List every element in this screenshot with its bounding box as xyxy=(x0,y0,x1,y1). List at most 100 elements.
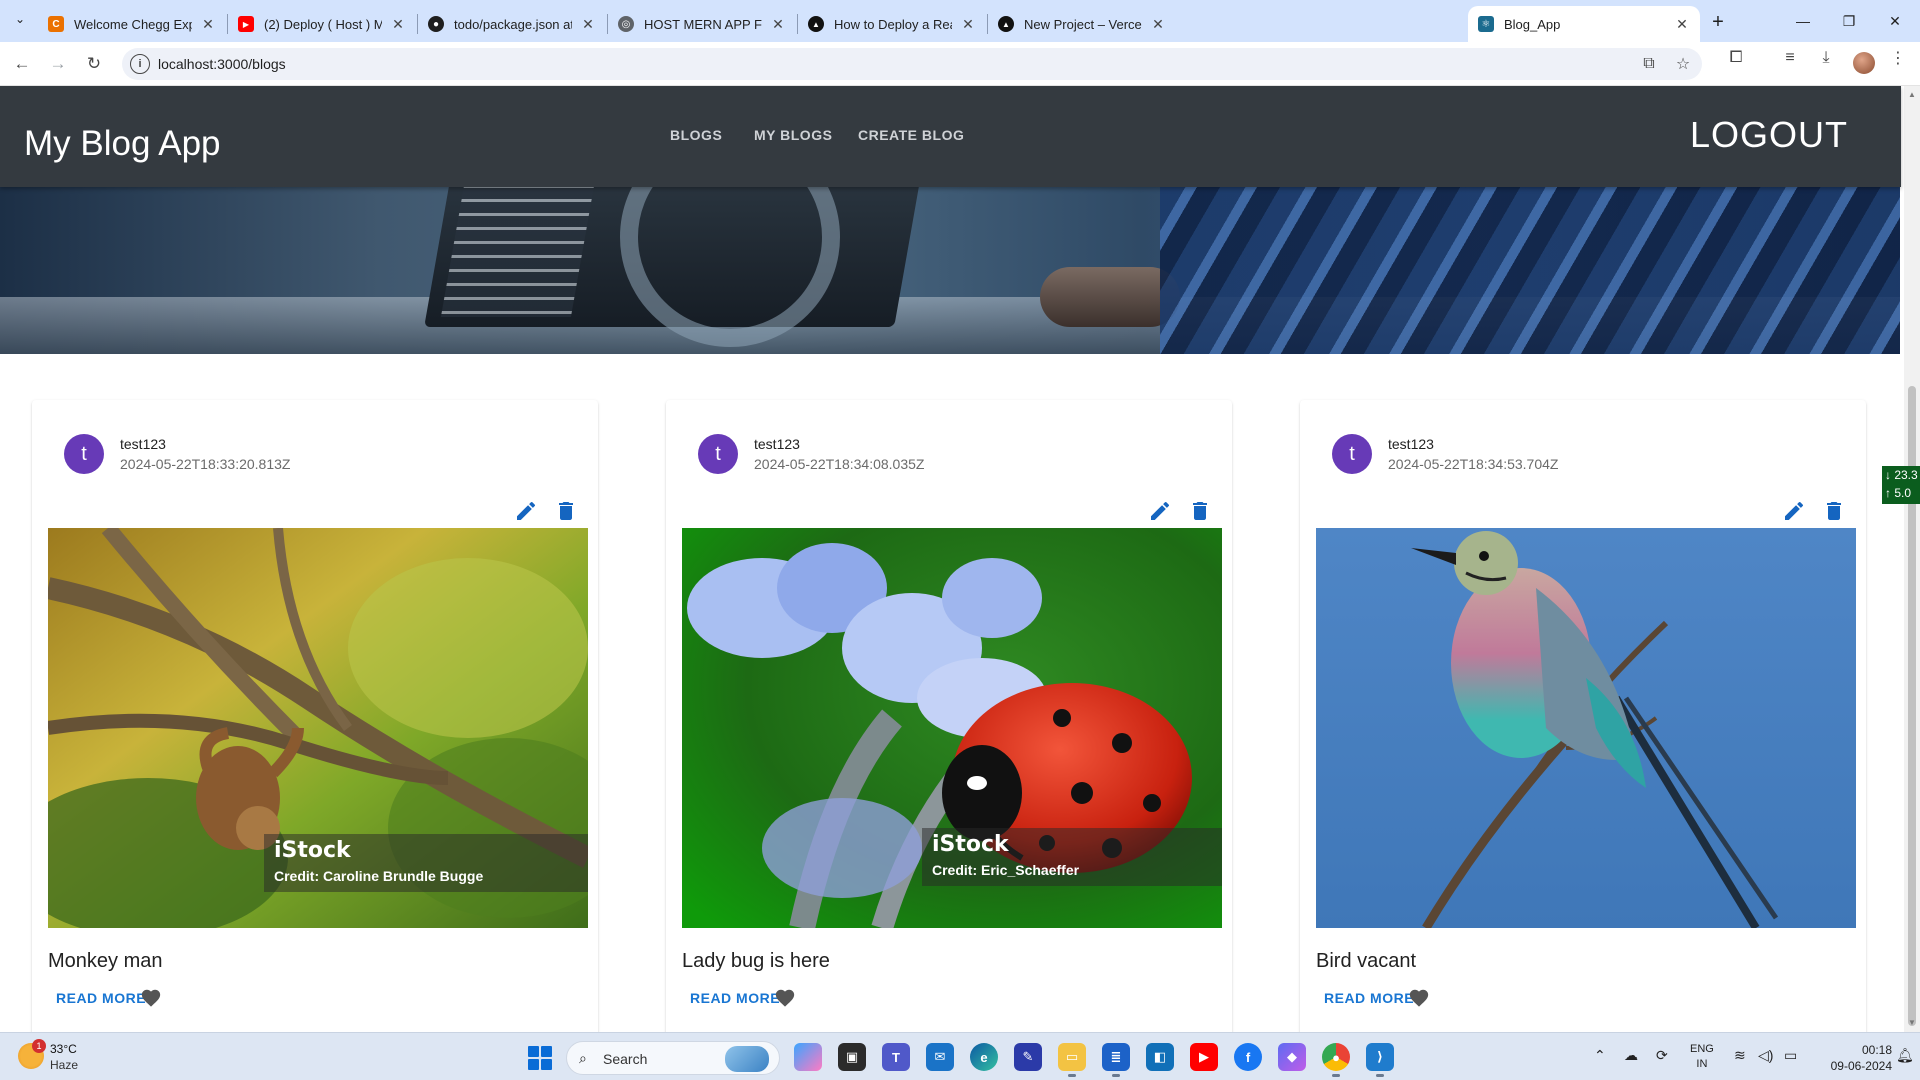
blog-image-bird[interactable] xyxy=(1316,528,1856,928)
sync-icon[interactable]: ⟳ xyxy=(1656,1047,1668,1064)
wifi-icon[interactable]: ≋ xyxy=(1734,1047,1746,1064)
back-arrow-icon[interactable]: ← xyxy=(8,50,36,78)
delete-button[interactable] xyxy=(554,499,578,523)
edit-button[interactable] xyxy=(1148,499,1172,523)
address-bar[interactable]: i localhost:3000/blogs ⧉ ☆ xyxy=(122,48,1702,80)
delete-button[interactable] xyxy=(1822,499,1846,523)
blog-image-ladybug[interactable]: iStock Credit: Eric_Schaeffer xyxy=(682,528,1222,928)
app-header: My Blog App BLOGS MY BLOGS CREATE BLOG L… xyxy=(0,86,1901,187)
tab-close-icon[interactable]: ✕ xyxy=(200,16,216,33)
browser-tab-active[interactable]: ⚛ Blog_App ✕ xyxy=(1468,6,1700,42)
edge-browser-icon[interactable]: e xyxy=(970,1043,998,1071)
more-menu-icon[interactable]: ⋮ xyxy=(1886,46,1910,70)
trash-icon xyxy=(559,502,573,520)
nav-my-blogs[interactable]: MY BLOGS xyxy=(754,127,832,143)
read-more-button[interactable]: READ MORE xyxy=(690,990,780,1006)
reload-icon[interactable]: ↻ xyxy=(80,50,108,78)
tab-close-icon[interactable]: ✕ xyxy=(390,16,406,33)
windows-start-icon[interactable] xyxy=(528,1046,552,1070)
show-hidden-icons-chevron-icon[interactable]: ⌃ xyxy=(1594,1047,1606,1064)
page-viewport: My Blog App BLOGS MY BLOGS CREATE BLOG L… xyxy=(0,86,1920,1032)
taskbar-search-box[interactable]: ⌕ Search xyxy=(566,1041,780,1075)
language-indicator[interactable]: ENG IN xyxy=(1690,1042,1714,1072)
volume-icon[interactable]: ◁) xyxy=(1758,1047,1773,1064)
post-date: 2024-05-22T18:34:53.704Z xyxy=(1388,456,1559,472)
site-info-icon[interactable]: i xyxy=(130,54,150,74)
favorite-button[interactable] xyxy=(1408,987,1432,1011)
read-more-button[interactable]: READ MORE xyxy=(56,990,146,1006)
media-controls-icon[interactable]: ≡ xyxy=(1778,46,1802,70)
tab-close-icon[interactable]: ✕ xyxy=(960,16,976,33)
facebook-app-icon[interactable]: f xyxy=(1234,1043,1262,1071)
task-view-icon[interactable]: ▣ xyxy=(838,1043,866,1071)
browser-tab[interactable]: ▲ New Project – Vercel ✕ xyxy=(988,6,1176,42)
teams-app-icon[interactable]: T xyxy=(882,1043,910,1071)
heart-icon xyxy=(775,989,795,1007)
mail-app-icon[interactable]: ✉ xyxy=(926,1043,954,1071)
browser-tab[interactable]: ▲ How to Deploy a React Site wit ✕ xyxy=(798,6,986,42)
blog-image-sloth[interactable]: iStock Credit: Caroline Brundle Bugge xyxy=(48,528,588,928)
browser-tab[interactable]: ● todo/package.json at main · Th ✕ xyxy=(418,6,606,42)
tab-close-icon[interactable]: ✕ xyxy=(580,16,596,33)
tab-close-icon[interactable]: ✕ xyxy=(770,16,786,33)
browser-tab[interactable]: ▶ (2) Deploy ( Host ) MERN Stack ✕ xyxy=(228,6,416,42)
profile-avatar[interactable] xyxy=(1853,52,1875,74)
minimize-window-icon[interactable]: — xyxy=(1780,6,1826,36)
store-app-icon[interactable]: ◧ xyxy=(1146,1043,1174,1071)
browser-tab-strip: ⌄ C Welcome Chegg Experts ✕ ▶ (2) Deploy… xyxy=(0,0,1920,42)
new-tab-button[interactable]: + xyxy=(1704,8,1732,36)
favorite-button[interactable] xyxy=(140,987,164,1011)
weather-condition[interactable]: Haze xyxy=(50,1058,78,1072)
blog-title: Monkey man xyxy=(48,950,163,972)
blog-card: t test123 2024-05-22T18:33:20.813Z iStoc… xyxy=(32,400,598,1032)
app-brand[interactable]: My Blog App xyxy=(24,124,221,164)
edit-button[interactable] xyxy=(1782,499,1806,523)
page-scrollbar[interactable]: ▲ ▼ xyxy=(1904,86,1920,1032)
trash-icon xyxy=(1827,502,1841,520)
logout-button[interactable]: LOGOUT xyxy=(1690,114,1848,156)
copilot-app-icon[interactable] xyxy=(794,1043,822,1071)
scroll-down-arrow-icon[interactable]: ▼ xyxy=(1907,1018,1917,1028)
notification-bell-icon[interactable]: 🔔︎ xyxy=(1896,1047,1914,1064)
trash-icon xyxy=(1193,502,1207,520)
tab-title: New Project – Vercel xyxy=(1024,16,1142,32)
browser-tab[interactable]: ◎ HOST MERN APP FOR FREE.pdf ✕ xyxy=(608,6,796,42)
browser-toolbar: ← → ↻ i localhost:3000/blogs ⧉ ☆ ⧠ ≡ ⤓ ⋮ xyxy=(0,42,1920,86)
install-app-icon[interactable]: ⧉ xyxy=(1638,53,1660,75)
forward-arrow-icon[interactable]: → xyxy=(44,50,72,78)
vscode-app-icon[interactable]: ⟩ xyxy=(1366,1043,1394,1077)
nav-blogs[interactable]: BLOGS xyxy=(670,127,722,143)
browser-tab[interactable]: C Welcome Chegg Experts ✕ xyxy=(38,6,226,42)
netlify-favicon-icon: ▲ xyxy=(808,16,824,32)
tab-search-chevron-icon[interactable]: ⌄ xyxy=(8,7,32,31)
assistant-app-icon[interactable]: ◆ xyxy=(1278,1043,1306,1071)
pen-app-icon[interactable]: ✎ xyxy=(1014,1043,1042,1071)
extensions-puzzle-icon[interactable]: ⧠ xyxy=(1724,46,1748,70)
notepad-app-icon[interactable]: ≣ xyxy=(1102,1043,1130,1077)
youtube-app-icon[interactable]: ▶ xyxy=(1190,1043,1218,1071)
clock-time: 00:18 xyxy=(1861,1043,1892,1057)
chrome-browser-icon[interactable]: ● xyxy=(1322,1043,1350,1077)
react-favicon-icon: ⚛ xyxy=(1478,16,1494,32)
address-url[interactable]: localhost:3000/blogs xyxy=(158,56,286,72)
tab-title: Welcome Chegg Experts xyxy=(74,16,192,32)
battery-icon[interactable]: ▭ xyxy=(1784,1047,1797,1064)
favorite-button[interactable] xyxy=(774,987,798,1011)
restore-window-icon[interactable]: ❐ xyxy=(1826,6,1872,36)
bookmark-star-icon[interactable]: ☆ xyxy=(1672,53,1694,75)
read-more-button[interactable]: READ MORE xyxy=(1324,990,1414,1006)
tab-close-icon[interactable]: ✕ xyxy=(1150,16,1166,33)
edit-button[interactable] xyxy=(514,499,538,523)
nav-create-blog[interactable]: CREATE BLOG xyxy=(858,127,964,143)
delete-button[interactable] xyxy=(1188,499,1212,523)
close-window-icon[interactable]: ✕ xyxy=(1872,6,1918,36)
blog-title: Bird vacant xyxy=(1316,950,1417,972)
tab-close-icon[interactable]: ✕ xyxy=(1674,16,1690,33)
downloads-icon[interactable]: ⤓ xyxy=(1814,46,1838,70)
system-clock[interactable]: 00:18 09-06-2024 xyxy=(1830,1042,1892,1074)
scroll-up-arrow-icon[interactable]: ▲ xyxy=(1907,90,1917,100)
onedrive-cloud-icon[interactable]: ☁ xyxy=(1624,1047,1638,1064)
weather-temperature[interactable]: 33°C xyxy=(50,1042,77,1056)
file-explorer-icon[interactable]: ▭ xyxy=(1058,1043,1086,1077)
heart-icon xyxy=(141,989,161,1007)
